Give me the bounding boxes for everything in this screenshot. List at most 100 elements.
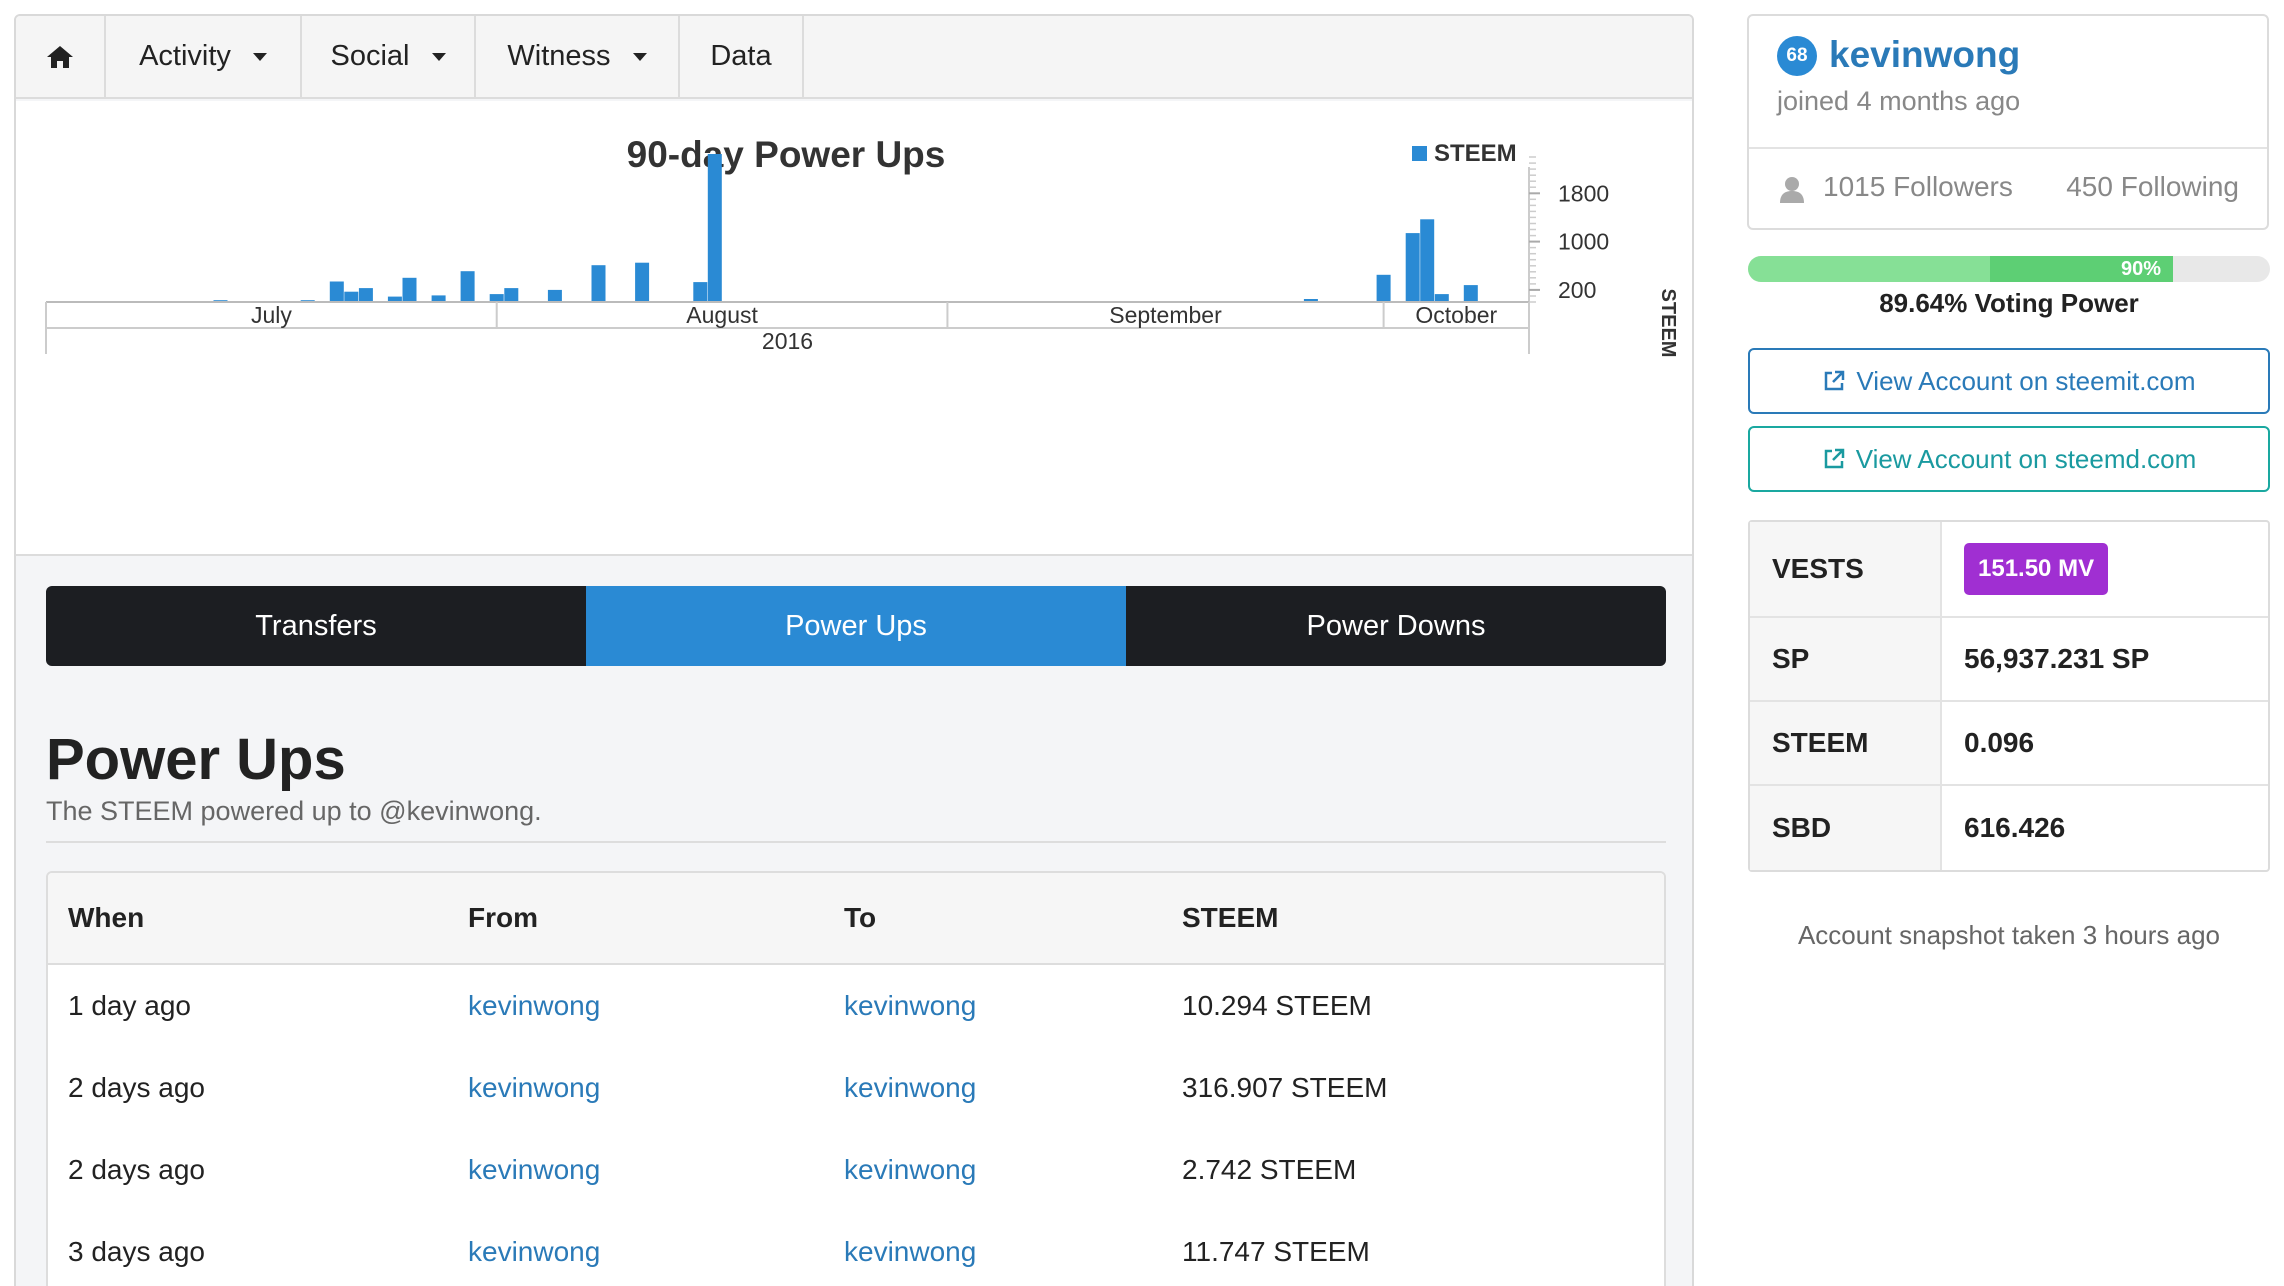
chart-bar bbox=[1376, 274, 1391, 302]
row-when: 1 day ago bbox=[68, 990, 191, 1021]
home-icon bbox=[47, 45, 73, 68]
stat-value: 0.096 bbox=[1964, 727, 2035, 758]
section-title: Power Ups bbox=[46, 727, 346, 792]
view-on-steemit-button[interactable]: View Account on steemit.com bbox=[1748, 348, 2270, 414]
nav-home[interactable] bbox=[16, 16, 106, 97]
table-row: 2 days ago kevinwong kevinwong 316.907 S… bbox=[48, 1047, 1664, 1129]
y-axis-label: STEEM bbox=[1657, 289, 1679, 358]
nav-social[interactable]: Social bbox=[302, 16, 476, 97]
row-amount: 316.907 STEEM bbox=[1182, 1072, 1388, 1103]
chart-bar bbox=[635, 262, 650, 302]
snapshot-note: Account snapshot taken 3 hours ago bbox=[1797, 920, 2221, 950]
view-on-steemit-label: View Account on steemit.com bbox=[1856, 365, 2196, 396]
row-amount: 11.747 STEEM bbox=[1182, 1236, 1370, 1267]
nav-activity[interactable]: Activity bbox=[106, 16, 302, 97]
table-row: 2 days ago kevinwong kevinwong 2.742 STE… bbox=[48, 1129, 1664, 1211]
row-when: 2 days ago bbox=[68, 1154, 205, 1185]
row-from-link[interactable]: kevinwong bbox=[468, 990, 600, 1022]
vests-badge: 151.50 MV bbox=[1964, 543, 2109, 595]
section-subtitle: The STEEM powered up to @kevinwong. bbox=[46, 796, 542, 826]
y-tick-label: 200 bbox=[1558, 277, 1596, 303]
nav-witness[interactable]: Witness bbox=[476, 16, 680, 97]
chevron-down-icon bbox=[252, 52, 267, 61]
voting-power-label: 89.64% Voting Power bbox=[1879, 288, 2139, 318]
stat-row-sbd: SBD 616.426 bbox=[1750, 786, 2268, 870]
chart-bar bbox=[693, 282, 708, 302]
row-to-link[interactable]: kevinwong bbox=[844, 1236, 976, 1268]
external-link-icon bbox=[1825, 370, 1845, 391]
chart-bar bbox=[1434, 294, 1449, 302]
tab-transfers[interactable]: Transfers bbox=[46, 586, 586, 666]
external-link-icon bbox=[1824, 448, 1844, 469]
row-from-link[interactable]: kevinwong bbox=[468, 1236, 600, 1268]
chart-bar bbox=[402, 277, 417, 302]
x-axis: July August September October 2016 bbox=[45, 301, 1530, 354]
row-to-link[interactable]: kevinwong bbox=[844, 1154, 976, 1186]
stat-row-sp: SP 56,937.231 SP bbox=[1750, 618, 2268, 702]
nav-witness-label: Witness bbox=[507, 40, 611, 72]
voting-power-percent: 90% bbox=[2121, 257, 2162, 280]
view-on-steemd-button[interactable]: View Account on steemd.com bbox=[1748, 426, 2270, 492]
stat-row-steem: STEEM 0.096 bbox=[1750, 702, 2268, 786]
table-header: When From To STEEM bbox=[48, 873, 1664, 965]
header-when: When bbox=[68, 902, 145, 933]
power-ups-table: When From To STEEM 1 day ago kevinwong k… bbox=[46, 871, 1666, 1286]
nav-social-label: Social bbox=[330, 40, 410, 72]
nav-activity-label: Activity bbox=[139, 40, 231, 72]
chart-bar bbox=[460, 271, 475, 302]
table-row: 3 days ago kevinwong kevinwong 11.747 ST… bbox=[48, 1211, 1664, 1286]
view-on-steemd-label: View Account on steemd.com bbox=[1855, 443, 2197, 474]
row-to-link[interactable]: kevinwong bbox=[844, 1072, 976, 1104]
following-count[interactable]: 450 Following bbox=[2066, 171, 2239, 203]
power-ups-chart: 90-day Power Ups STEEM STEEM 200 1000 1800… bbox=[16, 101, 1692, 556]
chevron-down-icon bbox=[431, 52, 446, 61]
profile-header: 68 kevinwong joined 4 months ago bbox=[1749, 16, 2267, 149]
row-when: 2 days ago bbox=[68, 1072, 205, 1103]
row-when: 3 days ago bbox=[68, 1236, 205, 1267]
chart-bar bbox=[344, 291, 359, 302]
profile-username[interactable]: kevinwong bbox=[1829, 34, 2020, 76]
nav-data[interactable]: Data bbox=[680, 16, 804, 97]
legend-swatch bbox=[1412, 146, 1427, 161]
row-amount: 2.742 STEEM bbox=[1182, 1154, 1357, 1185]
voting-power-bar: 90% bbox=[1748, 256, 2270, 282]
header-from: From bbox=[468, 902, 538, 933]
chart-bar bbox=[547, 289, 562, 302]
main-panel: Activity Social Witness Data 90-day Powe… bbox=[14, 14, 1694, 1286]
profile-card: 68 kevinwong joined 4 months ago 1015 Fo… bbox=[1747, 14, 2269, 230]
row-from-link[interactable]: kevinwong bbox=[468, 1154, 600, 1186]
account-stats-table: VESTS 151.50 MV SP 56,937.231 SP STEEM 0… bbox=[1748, 520, 2270, 872]
bars-group bbox=[213, 154, 1478, 302]
stat-key: SP bbox=[1750, 618, 1942, 700]
chart-bar bbox=[489, 294, 504, 302]
stat-value: 151.50 MV bbox=[1942, 522, 2268, 616]
row-from-link[interactable]: kevinwong bbox=[468, 1072, 600, 1104]
tab-power-downs[interactable]: Power Downs bbox=[1126, 586, 1666, 666]
top-navbar: Activity Social Witness Data bbox=[16, 16, 1692, 99]
row-to-link[interactable]: kevinwong bbox=[844, 990, 976, 1022]
x-tick-label: October bbox=[1415, 302, 1497, 328]
stat-value: 56,937.231 SP bbox=[1964, 643, 2150, 674]
tab-bar: Transfers Power Ups Power Downs bbox=[46, 586, 1666, 666]
y-axis: 200 1000 1800 bbox=[1528, 156, 1609, 303]
y-tick-label: 1000 bbox=[1558, 229, 1609, 255]
header-steem: STEEM bbox=[1182, 902, 1279, 933]
stat-value: 616.426 bbox=[1964, 812, 2066, 843]
x-tick-label: August bbox=[686, 302, 758, 328]
nav-data-label: Data bbox=[710, 40, 772, 72]
chevron-down-icon bbox=[632, 52, 647, 61]
stat-key: SBD bbox=[1750, 786, 1942, 870]
reputation-badge: 68 bbox=[1777, 36, 1817, 76]
power-ups-chart-svg: 90-day Power Ups STEEM STEEM 200 1000 1800… bbox=[45, 134, 1679, 358]
stat-key: VESTS bbox=[1750, 522, 1942, 616]
legend-label[interactable]: STEEM bbox=[1434, 140, 1517, 167]
x-year-label: 2016 bbox=[762, 328, 813, 354]
stat-row-vests: VESTS 151.50 MV bbox=[1750, 522, 2268, 618]
chart-bar bbox=[1463, 285, 1478, 302]
chart-bar bbox=[1405, 233, 1420, 302]
tab-power-ups[interactable]: Power Ups bbox=[586, 586, 1126, 666]
chart-bar bbox=[504, 288, 519, 302]
follow-stats: 1015 Followers 450 Following bbox=[1749, 149, 2267, 229]
followers-count[interactable]: 1015 Followers bbox=[1823, 171, 2013, 203]
table-row: 1 day ago kevinwong kevinwong 10.294 STE… bbox=[48, 965, 1664, 1047]
